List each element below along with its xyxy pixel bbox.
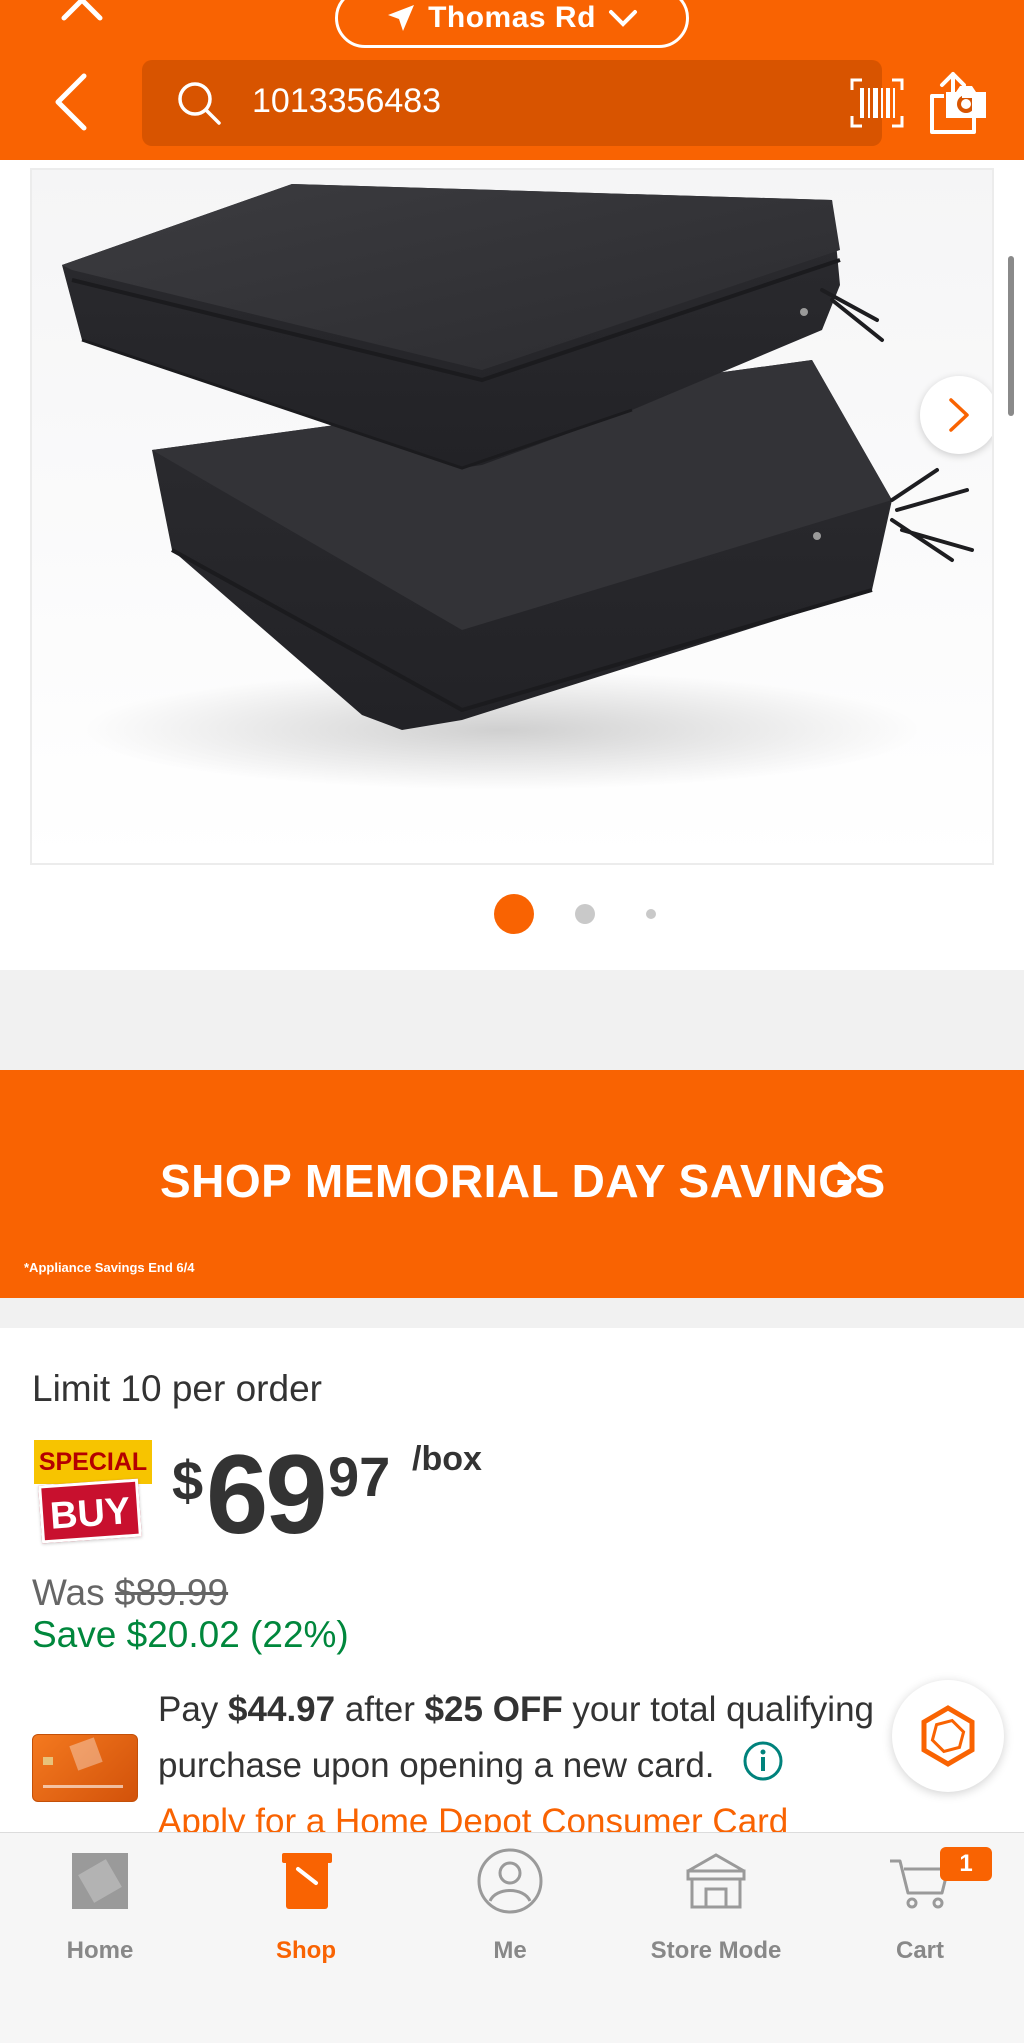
back-arrow-icon[interactable] <box>50 72 90 132</box>
nav-home[interactable]: Home <box>10 1847 190 1967</box>
chat-assistant-icon <box>921 1705 975 1767</box>
promo-line-2: purchase upon opening a new card. <box>158 1746 715 1785</box>
store-location-label: Thomas Rd <box>428 1 596 34</box>
nav-shop[interactable]: Shop <box>216 1847 396 1967</box>
promo-discount: $25 OFF <box>424 1690 563 1729</box>
was-price: Was $89.99 <box>32 1572 228 1614</box>
search-bar[interactable]: 1013356483 <box>142 60 986 146</box>
cart-count-badge: 1 <box>940 1847 992 1881</box>
promo-line-1-suffix: your total qualifying <box>562 1690 874 1729</box>
product-image-gallery[interactable] <box>0 160 1024 970</box>
paint-bucket-icon <box>282 1853 332 1909</box>
credit-card-promo: Pay $44.97 after $25 OFF your total qual… <box>30 1684 990 1834</box>
gallery-pagination-dots <box>0 894 1024 934</box>
share-icon[interactable] <box>928 70 978 136</box>
nav-cart[interactable]: 1 Cart <box>830 1847 1010 1967</box>
product-image-cushions[interactable] <box>30 168 994 865</box>
section-divider <box>0 1298 1024 1328</box>
nav-me-label: Me <box>493 1937 527 1964</box>
promo-pay-prefix: Pay <box>158 1690 229 1729</box>
promo-pay-amount: $44.97 <box>228 1690 336 1729</box>
pagination-dot[interactable] <box>575 904 595 924</box>
chevron-right-icon <box>949 398 969 432</box>
info-icon[interactable] <box>742 1740 784 1782</box>
pagination-dot-active[interactable] <box>494 894 534 934</box>
nav-shop-label: Shop <box>276 1937 336 1964</box>
chevron-down-icon <box>608 10 637 27</box>
cushion-illustration <box>62 184 974 790</box>
card-logo-icon <box>43 1737 123 1788</box>
order-limit-text: Limit 10 per order <box>32 1368 322 1409</box>
store-location-selector[interactable]: Thomas Rd <box>335 0 689 48</box>
barcode-scan-icon[interactable] <box>850 78 904 128</box>
price-unit: /box <box>412 1440 482 1478</box>
pagination-dot[interactable] <box>646 909 656 919</box>
apply-card-link[interactable]: Apply for a Home Depot Consumer Card <box>158 1802 788 1832</box>
scrollbar[interactable] <box>1008 256 1014 416</box>
nav-store-mode[interactable]: Store Mode <box>626 1847 806 1967</box>
price-dollars: 69 <box>206 1432 328 1557</box>
navigation-arrow-icon <box>388 5 415 31</box>
home-depot-logo-icon <box>72 1853 128 1909</box>
promo-line-1: Pay $44.97 after $25 OFF your total qual… <box>158 1690 874 1730</box>
store-icon <box>686 1853 746 1909</box>
special-buy-badge-top: SPECIAL <box>34 1440 152 1484</box>
bottom-navigation: Home Shop Me Store Mode 1 Cart <box>0 1832 1024 2043</box>
price-cents: 97 <box>328 1445 391 1508</box>
home-depot-card-image <box>32 1734 138 1802</box>
was-label: Was <box>32 1572 115 1613</box>
chevron-right-icon <box>837 1161 857 1195</box>
nav-cart-label: Cart <box>895 1937 944 1964</box>
banner-fine-print: *Appliance Savings End 6/4 <box>24 1260 195 1275</box>
nav-me[interactable]: Me <box>420 1847 600 1967</box>
promo-after: after <box>335 1690 425 1729</box>
nav-store-mode-label: Store Mode <box>650 1937 782 1964</box>
user-icon <box>477 1848 543 1914</box>
banner-cta-text: SHOP MEMORIAL DAY SAVINGS <box>160 1155 886 1207</box>
price-currency: $ <box>172 1449 204 1512</box>
memorial-day-banner[interactable]: SHOP MEMORIAL DAY SAVINGS *Appliance Sav… <box>0 1070 1024 1298</box>
special-buy-badge: SPECIAL BUY <box>34 1440 152 1548</box>
chat-assistant-button[interactable] <box>892 1680 1004 1792</box>
section-divider <box>0 970 1024 1070</box>
special-buy-badge-bottom: BUY <box>38 1478 142 1544</box>
close-icon[interactable] <box>58 0 106 22</box>
was-price-value: $89.99 <box>114 1572 229 1613</box>
top-bar: Thomas Rd 1013356483 <box>0 0 1024 160</box>
search-icon <box>178 82 221 125</box>
search-input[interactable]: 1013356483 <box>252 82 441 121</box>
nav-home-label: Home <box>66 1937 134 1964</box>
next-image-button[interactable] <box>920 376 992 454</box>
savings-text: Save $20.02 (22%) <box>32 1614 349 1655</box>
